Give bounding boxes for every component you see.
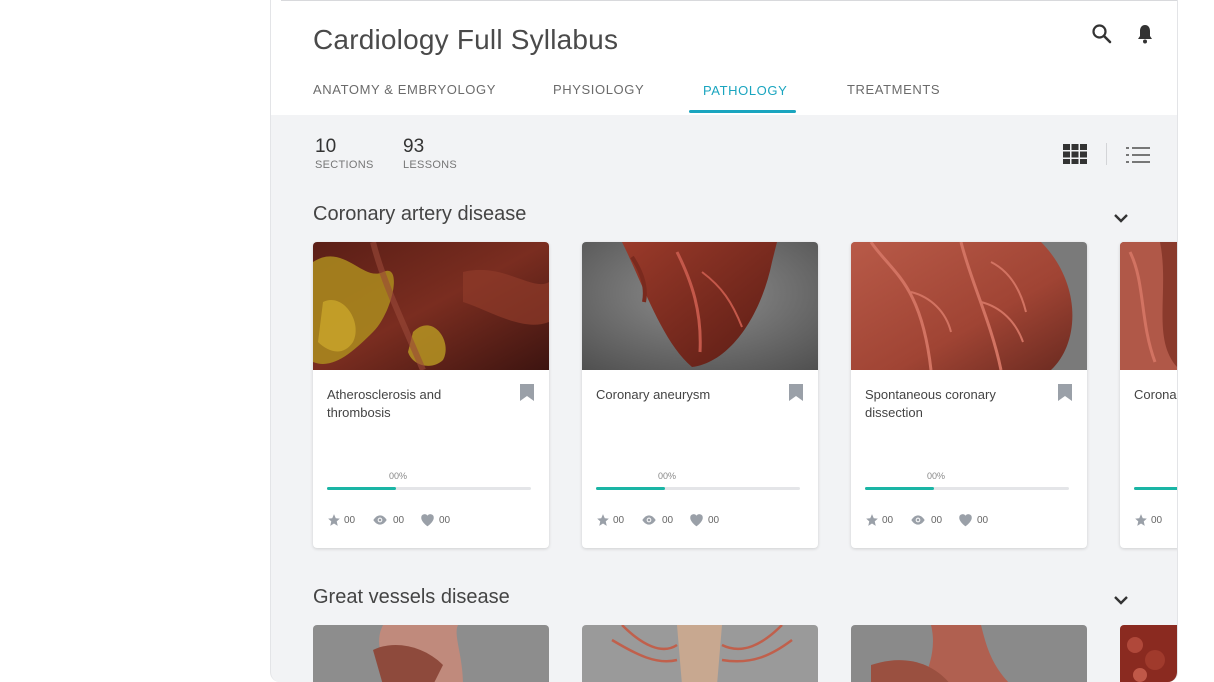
progress-percent: 00% <box>926 471 945 481</box>
chevron-down-icon[interactable] <box>1111 208 1131 228</box>
lesson-thumbnail[interactable] <box>851 625 1087 682</box>
views-count: 00 <box>393 515 405 526</box>
lesson-thumbnail <box>851 242 1087 370</box>
progress-fill <box>327 487 397 490</box>
rating-count: 00 <box>882 515 894 526</box>
lesson-thumbnail <box>313 242 549 370</box>
progress-bar <box>596 487 800 490</box>
progress-percent: 00% <box>388 471 407 481</box>
lesson-title: Atherosclerosis and thrombosis <box>327 387 442 420</box>
rating-count: 00 <box>1151 515 1163 526</box>
progress-fill <box>596 487 666 490</box>
grid-view-icon[interactable] <box>1063 144 1087 164</box>
views-count: 00 <box>931 515 943 526</box>
tab-pathology[interactable]: PATHOLOGY <box>703 83 787 98</box>
sections-label: SECTIONS <box>315 159 374 171</box>
heart-icon <box>959 514 972 527</box>
lesson-thumbnail[interactable] <box>313 625 549 682</box>
tab-treatments[interactable]: TREATMENTS <box>847 82 940 97</box>
progress-fill <box>865 487 935 490</box>
progress-percent: 00% <box>657 471 676 481</box>
eye-icon <box>642 515 656 525</box>
view-divider <box>1106 143 1107 165</box>
heart-icon <box>421 514 434 527</box>
syllabus-panel: Cardiology Full Syllabus ANATOMY & EMBRY… <box>270 0 1178 682</box>
eye-icon <box>373 515 387 525</box>
star-icon <box>866 514 878 526</box>
lesson-thumbnail[interactable] <box>582 625 818 682</box>
lesson-thumbnail <box>582 242 818 370</box>
lesson-card[interactable]: Coronary aneurysm 00% 00 00 00 <box>582 242 818 548</box>
likes-count: 00 <box>977 515 989 526</box>
progress-bar <box>1134 487 1177 490</box>
top-divider <box>281 0 1177 1</box>
lesson-card[interactable]: Spontaneous coronary dissection 00% 00 0… <box>851 242 1087 548</box>
tab-physiology[interactable]: PHYSIOLOGY <box>553 82 644 97</box>
bookmark-icon[interactable] <box>1058 384 1072 401</box>
bell-icon[interactable] <box>1133 22 1157 46</box>
lesson-title: Coronary aneurysm <box>596 387 711 402</box>
heart-icon <box>690 514 703 527</box>
header: Cardiology Full Syllabus ANATOMY & EMBRY… <box>271 0 1177 115</box>
search-icon[interactable] <box>1090 22 1114 46</box>
bookmark-icon[interactable] <box>520 384 534 401</box>
tab-anatomy-embryology[interactable]: ANATOMY & EMBRYOLOGY <box>313 82 496 97</box>
lesson-title: Corona <box>1134 387 1177 402</box>
sections-count: 10 <box>315 136 337 157</box>
lessons-label: LESSONS <box>403 159 458 171</box>
progress-bar <box>865 487 1069 490</box>
eye-icon <box>911 515 925 525</box>
section-title-great-vessels-disease: Great vessels disease <box>313 586 510 608</box>
star-icon <box>1135 514 1147 526</box>
chevron-down-icon[interactable] <box>1111 590 1131 610</box>
active-tab-indicator <box>689 110 796 113</box>
page-title: Cardiology Full Syllabus <box>313 24 619 55</box>
rating-count: 00 <box>613 515 625 526</box>
lessons-stat: 93 LESSONS <box>403 136 457 171</box>
lesson-title: Spontaneous coronary dissection <box>865 387 996 420</box>
star-icon <box>597 514 609 526</box>
likes-count: 00 <box>439 515 451 526</box>
lesson-card[interactable]: Corona 00 <box>1120 242 1177 548</box>
rating-count: 00 <box>344 515 356 526</box>
views-count: 00 <box>662 515 674 526</box>
progress-bar <box>327 487 531 490</box>
lessons-count: 93 <box>403 136 425 157</box>
progress-fill <box>1134 487 1177 490</box>
lesson-card[interactable]: Atherosclerosis and thrombosis 00% 00 00… <box>313 242 549 548</box>
section-title-coronary-artery-disease: Coronary artery disease <box>313 203 527 225</box>
star-icon <box>328 514 340 526</box>
lesson-thumbnail[interactable] <box>1120 625 1178 682</box>
bookmark-icon[interactable] <box>789 384 803 401</box>
sections-stat: 10 SECTIONS <box>315 136 374 171</box>
lesson-thumbnail <box>1120 242 1177 370</box>
likes-count: 00 <box>708 515 720 526</box>
list-view-icon[interactable] <box>1126 146 1150 164</box>
